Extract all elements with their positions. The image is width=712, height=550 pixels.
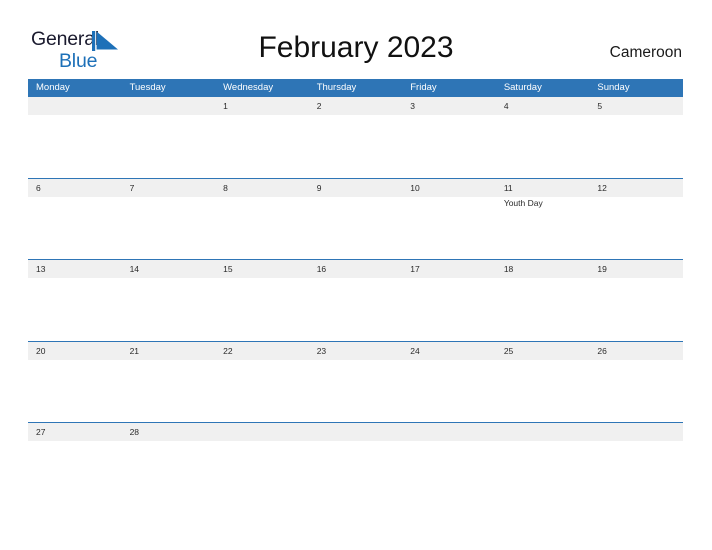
day-cell[interactable]: 16 <box>309 260 403 341</box>
day-cell[interactable] <box>28 97 122 178</box>
day-cell[interactable]: 10 <box>402 179 496 260</box>
day-cell[interactable]: 25 <box>496 342 590 423</box>
day-number: 25 <box>503 345 514 356</box>
day-number: 28 <box>129 427 140 437</box>
day-number: 23 <box>316 345 327 356</box>
day-cell[interactable]: 2 <box>309 97 403 178</box>
day-cell[interactable] <box>402 423 496 504</box>
country-label: Cameroon <box>609 44 682 61</box>
day-cell[interactable]: 18 <box>496 260 590 341</box>
day-number: 8 <box>223 182 228 193</box>
weekday-header-friday: Friday <box>410 82 437 93</box>
day-number: 20 <box>36 345 46 356</box>
page-title: February 2023 <box>258 31 454 64</box>
day-cell[interactable]: 14 <box>122 260 216 341</box>
day-cell[interactable]: 9 <box>309 179 403 260</box>
day-number: 1 <box>223 101 228 111</box>
day-number: 4 <box>503 101 509 111</box>
calendar-week-row: 27 28 <box>28 422 683 504</box>
day-number: 14 <box>129 264 140 274</box>
day-cell[interactable]: 26 <box>589 342 683 423</box>
page-header: General Blue February 2023 Cameroon <box>0 0 712 79</box>
day-number: 13 <box>36 264 46 274</box>
day-number: 10 <box>410 182 420 193</box>
day-number: 26 <box>597 345 607 356</box>
day-number: 15 <box>223 264 233 274</box>
day-number: 11 <box>503 182 513 193</box>
day-cell[interactable]: 21 <box>122 342 216 423</box>
week-day-cells: 27 28 <box>28 423 683 504</box>
day-number: 27 <box>36 427 46 437</box>
day-cell[interactable]: 6 <box>28 179 122 260</box>
calendar-week-row: 13 14 15 16 17 18 19 <box>28 259 683 341</box>
day-number: 6 <box>36 182 41 193</box>
day-number: 22 <box>223 345 233 356</box>
calendar-weekday-header-row: Monday Tuesday Wednesday Thursday Friday… <box>28 79 683 96</box>
day-number: 12 <box>597 182 607 193</box>
day-cell[interactable]: 5 <box>589 97 683 178</box>
day-cell[interactable]: 7 <box>122 179 216 260</box>
day-number: 21 <box>129 345 140 356</box>
day-cell[interactable]: 4 <box>496 97 590 178</box>
day-cell[interactable]: 23 <box>309 342 403 423</box>
day-number: 9 <box>316 182 322 193</box>
day-cell[interactable] <box>309 423 403 504</box>
calendar-table: Monday Tuesday Wednesday Thursday Friday… <box>28 79 683 504</box>
day-cell[interactable]: 20 <box>28 342 122 423</box>
calendar-week-row: 1 2 3 4 5 <box>28 96 683 178</box>
week-day-cells: 13 14 15 16 17 18 19 <box>28 260 683 341</box>
day-cell[interactable]: 12 <box>589 179 683 260</box>
day-cell[interactable]: 11 Youth Day <box>496 179 590 260</box>
weekday-header-saturday: Saturday <box>503 82 542 93</box>
calendar-week-row: 20 21 22 23 24 25 26 <box>28 340 683 423</box>
day-cell[interactable]: 24 <box>402 342 496 423</box>
weekday-header-sunday: Sunday <box>597 82 630 93</box>
day-number: 18 <box>503 264 514 274</box>
day-cell[interactable]: 22 <box>215 342 309 423</box>
day-cell[interactable]: 1 <box>215 97 309 178</box>
day-number: 19 <box>597 264 607 274</box>
week-day-cells: 6 7 8 9 10 11 Youth Day 12 <box>28 179 683 260</box>
day-cell[interactable]: 8 <box>215 179 309 260</box>
day-cell[interactable] <box>122 97 216 178</box>
day-cell[interactable] <box>215 423 309 504</box>
day-cell[interactable] <box>496 423 590 504</box>
day-cell[interactable]: 13 <box>28 260 122 341</box>
day-event: Youth Day <box>503 197 543 208</box>
week-day-cells: 1 2 3 4 5 <box>28 97 683 178</box>
weekday-header-monday: Monday <box>36 82 70 93</box>
day-cell[interactable]: 28 <box>122 423 216 504</box>
day-number: 16 <box>316 264 327 274</box>
day-cell[interactable]: 3 <box>402 97 496 178</box>
day-number: 7 <box>129 182 135 193</box>
day-cell[interactable] <box>589 423 683 504</box>
day-number: 5 <box>597 101 603 111</box>
day-cell[interactable]: 17 <box>402 260 496 341</box>
week-day-cells: 20 21 22 23 24 25 26 <box>28 342 683 423</box>
day-number: 3 <box>410 101 415 111</box>
day-cell[interactable]: 19 <box>589 260 683 341</box>
weekday-header-wednesday: Wednesday <box>223 82 274 93</box>
day-cell[interactable]: 27 <box>28 423 122 504</box>
day-number: 24 <box>410 345 420 356</box>
day-number: 2 <box>316 101 322 111</box>
day-cell[interactable]: 15 <box>215 260 309 341</box>
calendar-week-row: 6 7 8 9 10 11 Youth Day 12 <box>28 177 683 260</box>
weekday-header-tuesday: Tuesday <box>129 82 166 93</box>
day-number: 17 <box>410 264 420 274</box>
weekday-header-thursday: Thursday <box>316 82 357 93</box>
